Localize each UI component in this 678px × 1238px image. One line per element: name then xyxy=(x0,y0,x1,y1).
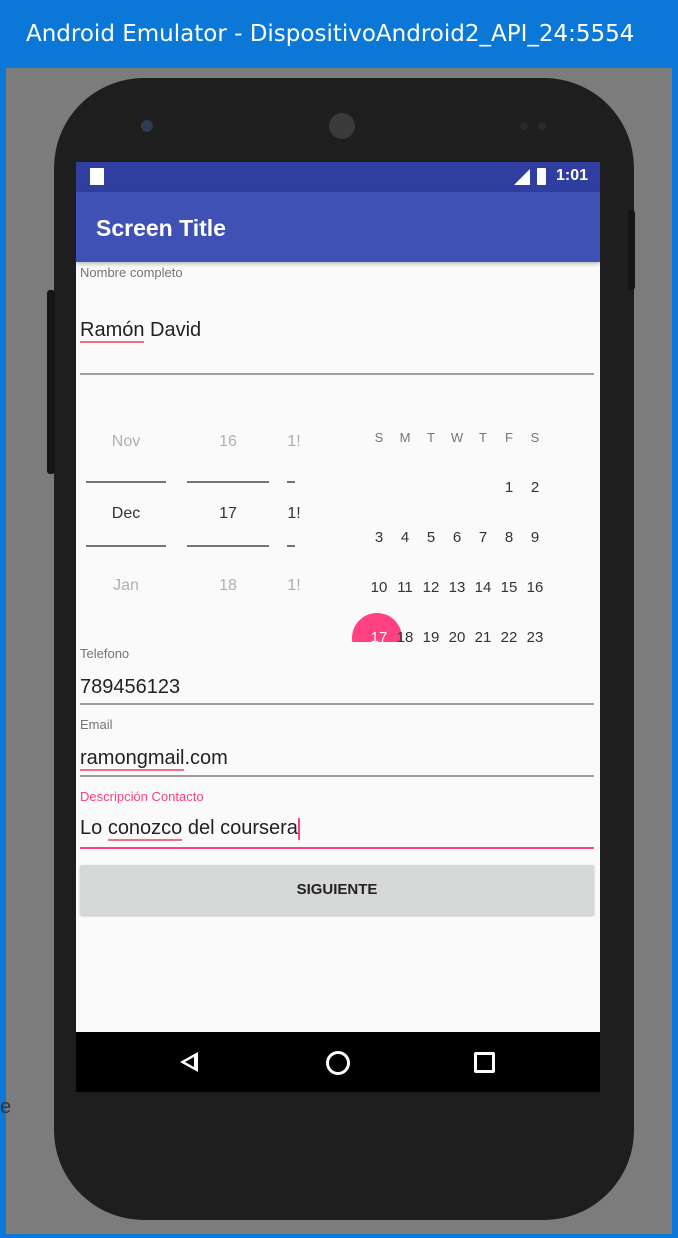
front-camera-icon xyxy=(141,120,153,132)
telefono-label: Telefono xyxy=(80,646,130,661)
spinner-day-next[interactable]: 18 xyxy=(198,577,258,595)
spinner-year-divider-bottom xyxy=(287,545,295,547)
window-bottom-border xyxy=(0,1234,678,1238)
nombre-value-rest: David xyxy=(144,319,202,341)
spinner-year-next[interactable]: 1! xyxy=(284,577,304,595)
calendar-day[interactable]: 10 xyxy=(366,579,392,596)
descripcion-value-start: Lo xyxy=(80,817,108,839)
calendar-day[interactable]: 15 xyxy=(496,579,522,596)
email-value-rest: .com xyxy=(184,747,228,769)
nombre-underline xyxy=(80,373,594,375)
calendar-day[interactable]: 8 xyxy=(496,529,522,546)
calendar-day[interactable]: 6 xyxy=(444,529,470,546)
status-time: 1:01 xyxy=(555,167,588,184)
calendar-weekday-header: T xyxy=(427,430,435,445)
calendar-day[interactable]: 4 xyxy=(392,529,418,546)
window-right-border xyxy=(672,68,678,1238)
calendar-day[interactable]: 19 xyxy=(418,629,444,642)
spinner-year-selected[interactable]: 1! xyxy=(284,505,304,523)
spinner-day-divider-top xyxy=(187,481,269,483)
telefono-input[interactable]: 789456123 xyxy=(80,676,180,699)
navigation-bar xyxy=(76,1032,600,1092)
spinner-day-prev[interactable]: 16 xyxy=(198,433,258,451)
calendar-weekday-header: F xyxy=(505,430,513,445)
speaker-grill-icon xyxy=(329,113,355,139)
calendar-day[interactable]: 12 xyxy=(418,579,444,596)
spinner-year-prev[interactable]: 1! xyxy=(284,433,304,451)
nombre-value-spellcheck: Ramón xyxy=(80,319,145,343)
calendar-day[interactable]: 1 xyxy=(496,479,522,496)
emulator-title-bar: Android Emulator - DispositivoAndroid2_A… xyxy=(0,0,678,68)
calendar-day[interactable]: 21 xyxy=(470,629,496,642)
screen-title: Screen Title xyxy=(96,215,226,241)
device-side-button-right[interactable] xyxy=(628,210,635,290)
calendar-day[interactable]: 14 xyxy=(470,579,496,596)
back-icon-inner xyxy=(185,1057,194,1067)
spinner-month-prev[interactable]: Nov xyxy=(96,433,156,451)
proximity-sensor-icon xyxy=(520,122,528,130)
text-cursor xyxy=(297,817,300,840)
calendar-day[interactable]: 2 xyxy=(522,479,548,496)
calendar-weekday-header: S xyxy=(530,430,540,445)
battery-icon xyxy=(537,168,546,185)
calendar-weekday-header: W xyxy=(450,430,464,445)
calendar-weekday-header: T xyxy=(479,430,487,445)
recent-apps-icon[interactable] xyxy=(474,1052,495,1073)
calendar-day[interactable]: 18 xyxy=(392,629,418,642)
sd-card-icon xyxy=(90,168,104,185)
telefono-underline xyxy=(80,703,594,705)
status-bar: 1:01 xyxy=(76,162,600,192)
calendar-day[interactable]: 5 xyxy=(418,529,444,546)
emulator-title: Android Emulator - DispositivoAndroid2_A… xyxy=(26,21,635,47)
email-label: Email xyxy=(80,717,113,732)
descripcion-value-rest: del coursera xyxy=(182,817,298,839)
calendar-day[interactable]: 13 xyxy=(444,579,470,596)
email-value-spellcheck: ramongmail xyxy=(80,747,185,771)
nombre-label: Nombre completo xyxy=(80,265,183,280)
date-picker: Nov 16 1! Dec 17 1! Jan 18 1! S M T W T … xyxy=(76,377,600,642)
descripcion-label: Descripción Contacto xyxy=(80,789,204,804)
spinner-month-divider-top xyxy=(86,481,166,483)
calendar-weekday-header: M xyxy=(399,430,411,445)
calendar-day[interactable]: 7 xyxy=(470,529,496,546)
light-sensor-icon xyxy=(538,122,546,130)
descripcion-value-spellcheck: conozco xyxy=(107,817,183,841)
spinner-month-next[interactable]: Jan xyxy=(96,577,156,595)
descripcion-underline xyxy=(80,847,594,849)
background-text-fragment: e xyxy=(0,1096,12,1118)
device-screen: 1:01 Screen Title Nombre completo Ramón … xyxy=(76,162,600,1092)
calendar-day-selected[interactable]: 17 xyxy=(366,629,392,642)
calendar-day[interactable]: 3 xyxy=(366,529,392,546)
spinner-month-selected[interactable]: Dec xyxy=(96,505,156,523)
device-side-button-left[interactable] xyxy=(47,290,55,474)
telefono-value: 789456123 xyxy=(80,676,181,698)
spinner-month-divider-bottom xyxy=(86,545,166,547)
calendar-day[interactable]: 20 xyxy=(444,629,470,642)
email-input[interactable]: ramongmail.com xyxy=(80,747,228,771)
calendar-day[interactable]: 23 xyxy=(522,629,548,642)
nombre-input[interactable]: Ramón David xyxy=(80,319,202,343)
spinner-day-divider-bottom xyxy=(187,545,269,547)
signal-icon xyxy=(514,169,530,185)
calendar-day[interactable]: 16 xyxy=(522,579,548,596)
email-underline xyxy=(80,775,594,777)
spinner-day-selected[interactable]: 17 xyxy=(198,505,258,523)
calendar-day[interactable]: 11 xyxy=(392,579,418,596)
home-icon[interactable] xyxy=(326,1051,350,1075)
calendar-day[interactable]: 9 xyxy=(522,529,548,546)
spinner-year-divider-top xyxy=(287,481,295,483)
calendar-weekday-header: S xyxy=(374,430,384,445)
calendar-day[interactable]: 22 xyxy=(496,629,522,642)
descripcion-input[interactable]: Lo conozco del coursera xyxy=(80,817,300,841)
app-bar: Screen Title xyxy=(76,192,600,262)
siguiente-button[interactable]: SIGUIENTE xyxy=(80,865,594,915)
